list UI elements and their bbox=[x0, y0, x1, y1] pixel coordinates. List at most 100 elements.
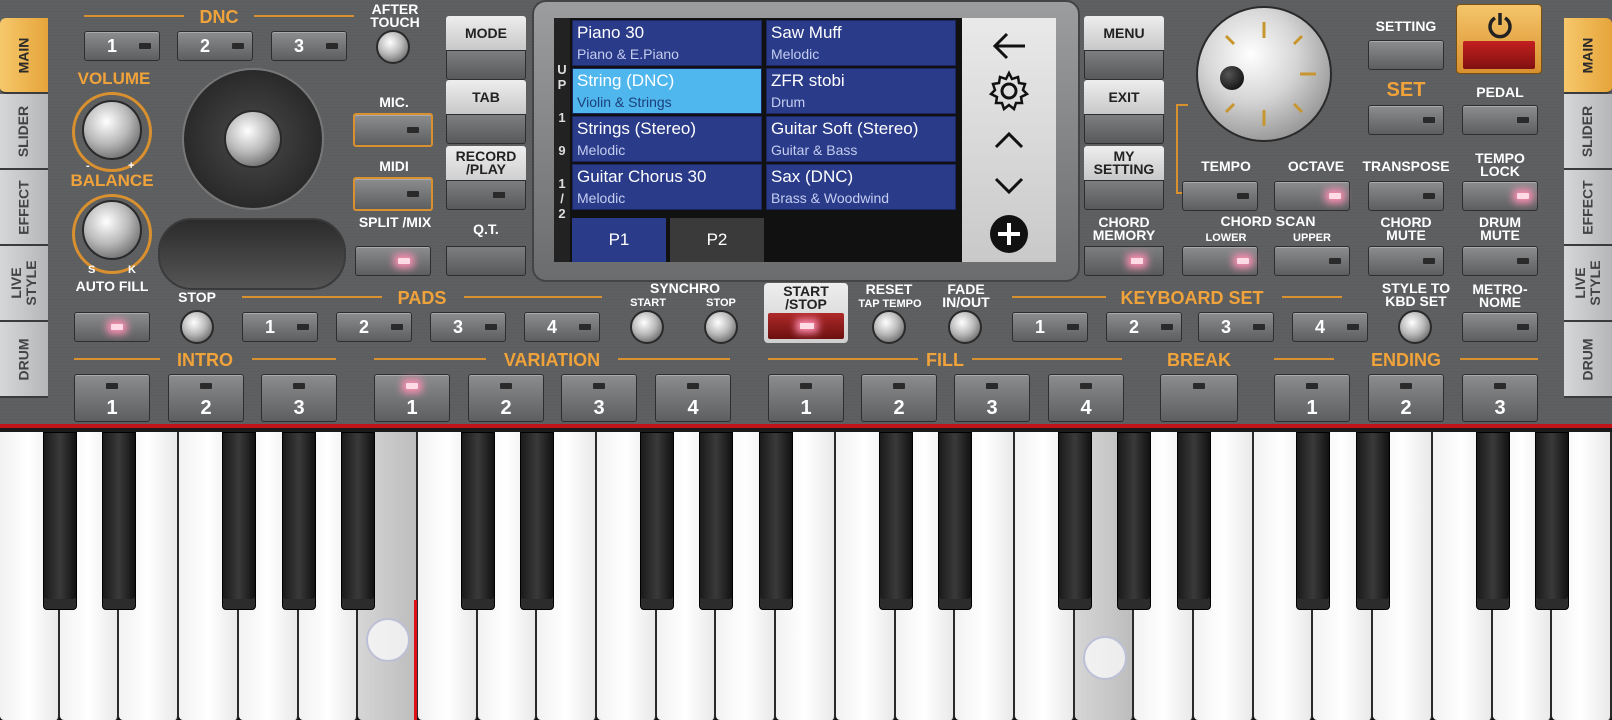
black-key[interactable] bbox=[938, 432, 973, 610]
tab-main-right[interactable]: MAIN bbox=[1564, 18, 1612, 94]
data-dial[interactable] bbox=[1196, 6, 1332, 142]
synchro-stop-knob[interactable] bbox=[704, 310, 738, 344]
dnc-3-button[interactable]: 3 bbox=[271, 31, 347, 61]
keyboard-set-1-button[interactable]: 1 bbox=[1012, 312, 1088, 342]
voice-slot-4[interactable]: ZFR stobi Drum bbox=[766, 68, 956, 114]
intro-3-button[interactable]: 3 bbox=[261, 374, 337, 422]
black-key[interactable] bbox=[759, 432, 794, 610]
pad-1-button[interactable]: 1 bbox=[242, 312, 318, 342]
pad-4-button[interactable]: 4 bbox=[524, 312, 600, 342]
keyboard-set-3-button[interactable]: 3 bbox=[1198, 312, 1274, 342]
black-key[interactable] bbox=[1296, 432, 1331, 610]
black-key[interactable] bbox=[281, 432, 316, 610]
tab-drum-left[interactable]: DRUM bbox=[0, 322, 48, 398]
menu-button[interactable]: MENU bbox=[1084, 16, 1164, 80]
variation-3-button[interactable]: 3 bbox=[561, 374, 637, 422]
page-tab-p1[interactable]: P1 bbox=[572, 218, 666, 262]
black-key[interactable] bbox=[102, 432, 137, 610]
power-button[interactable] bbox=[1456, 4, 1542, 74]
tab-effect-left[interactable]: EFFECT bbox=[0, 170, 48, 246]
gear-icon[interactable] bbox=[962, 70, 1056, 112]
black-key[interactable] bbox=[341, 432, 376, 610]
joystick-handle[interactable] bbox=[224, 110, 282, 168]
tab-effect-right[interactable]: EFFECT bbox=[1564, 170, 1612, 246]
record-play-button[interactable]: RECORD /PLAY bbox=[446, 146, 526, 210]
page-tab-p2[interactable]: P2 bbox=[670, 218, 764, 262]
chord-scan-upper-button[interactable] bbox=[1274, 246, 1350, 276]
mode-button[interactable]: MODE bbox=[446, 16, 526, 80]
intro-2-button[interactable]: 2 bbox=[168, 374, 244, 422]
mode-pad[interactable] bbox=[446, 50, 526, 80]
balance-knob[interactable] bbox=[82, 200, 142, 260]
black-key[interactable] bbox=[1535, 432, 1570, 610]
auto-fill-button[interactable] bbox=[74, 312, 150, 342]
fade-knob[interactable] bbox=[948, 310, 982, 344]
fill-2-button[interactable]: 2 bbox=[861, 374, 937, 422]
dnc-1-button[interactable]: 1 bbox=[84, 31, 160, 61]
fill-4-button[interactable]: 4 bbox=[1048, 374, 1124, 422]
tab-slider-right[interactable]: SLIDER bbox=[1564, 94, 1612, 170]
transpose-button[interactable] bbox=[1368, 181, 1444, 211]
qt-pad[interactable] bbox=[446, 246, 526, 276]
set-button[interactable] bbox=[1368, 105, 1444, 135]
midi-button[interactable] bbox=[353, 177, 433, 211]
volume-knob[interactable] bbox=[82, 100, 142, 160]
exit-pad[interactable] bbox=[1084, 114, 1164, 144]
style-to-kbd-set-knob[interactable] bbox=[1398, 310, 1432, 344]
variation-2-button[interactable]: 2 bbox=[468, 374, 544, 422]
black-key[interactable] bbox=[520, 432, 555, 610]
voice-slot-5[interactable]: Strings (Stereo) Melodic bbox=[572, 116, 762, 162]
ending-3-button[interactable]: 3 bbox=[1462, 374, 1538, 422]
split-mix-button[interactable] bbox=[355, 246, 431, 276]
tab-button[interactable]: TAB bbox=[446, 80, 526, 144]
tab-slider-left[interactable]: SLIDER bbox=[0, 94, 48, 170]
after-touch-knob[interactable] bbox=[376, 30, 410, 64]
synchro-start-knob[interactable] bbox=[630, 310, 664, 344]
qt-button[interactable]: Q.T. bbox=[446, 212, 526, 276]
my-setting-pad[interactable] bbox=[1084, 180, 1164, 210]
break-button[interactable] bbox=[1160, 374, 1238, 422]
ending-1-button[interactable]: 1 bbox=[1274, 374, 1350, 422]
chord-scan-lower-button[interactable] bbox=[1182, 246, 1258, 276]
voice-slot-1[interactable]: Piano 30 Piano & E.Piano bbox=[572, 20, 762, 66]
ending-2-button[interactable]: 2 bbox=[1368, 374, 1444, 422]
setting-button[interactable] bbox=[1368, 40, 1444, 70]
tab-drum-right[interactable]: DRUM bbox=[1564, 322, 1612, 398]
reset-knob[interactable] bbox=[872, 310, 906, 344]
octave-button[interactable] bbox=[1274, 181, 1350, 211]
fill-3-button[interactable]: 3 bbox=[954, 374, 1030, 422]
black-key[interactable] bbox=[1057, 432, 1092, 610]
plus-circle-icon[interactable] bbox=[962, 212, 1056, 256]
tab-live-style-left[interactable]: LIVE STYLE bbox=[0, 246, 48, 322]
my-setting-button[interactable]: MY SETTING bbox=[1084, 146, 1164, 210]
pedal-button[interactable] bbox=[1462, 105, 1538, 135]
drum-mute-button[interactable] bbox=[1462, 246, 1538, 276]
keyboard-set-2-button[interactable]: 2 bbox=[1106, 312, 1182, 342]
intro-1-button[interactable]: 1 bbox=[74, 374, 150, 422]
record-play-pad[interactable] bbox=[446, 180, 526, 210]
menu-pad[interactable] bbox=[1084, 50, 1164, 80]
black-key[interactable] bbox=[878, 432, 913, 610]
black-key[interactable] bbox=[1177, 432, 1212, 610]
chevron-down-icon[interactable] bbox=[962, 168, 1056, 204]
black-key[interactable] bbox=[42, 432, 77, 610]
tab-pad[interactable] bbox=[446, 114, 526, 144]
black-key[interactable] bbox=[699, 432, 734, 610]
chord-mute-button[interactable] bbox=[1368, 246, 1444, 276]
metronome-button[interactable] bbox=[1462, 312, 1538, 342]
pad-3-button[interactable]: 3 bbox=[430, 312, 506, 342]
black-key[interactable] bbox=[1475, 432, 1510, 610]
variation-4-button[interactable]: 4 bbox=[655, 374, 731, 422]
exit-button[interactable]: EXIT bbox=[1084, 80, 1164, 144]
dnc-2-button[interactable]: 2 bbox=[177, 31, 253, 61]
voice-slot-6[interactable]: Guitar Soft (Stereo) Guitar & Bass bbox=[766, 116, 956, 162]
black-key[interactable] bbox=[1117, 432, 1152, 610]
fill-1-button[interactable]: 1 bbox=[768, 374, 844, 422]
black-key[interactable] bbox=[639, 432, 674, 610]
mic-button[interactable] bbox=[353, 113, 433, 147]
tempo-button[interactable] bbox=[1182, 181, 1258, 211]
voice-slot-2[interactable]: Saw Muff Melodic bbox=[766, 20, 956, 66]
back-arrow-icon[interactable] bbox=[962, 26, 1056, 66]
voice-slot-7[interactable]: Guitar Chorus 30 Melodic bbox=[572, 164, 762, 210]
keyboard-set-4-button[interactable]: 4 bbox=[1292, 312, 1368, 342]
